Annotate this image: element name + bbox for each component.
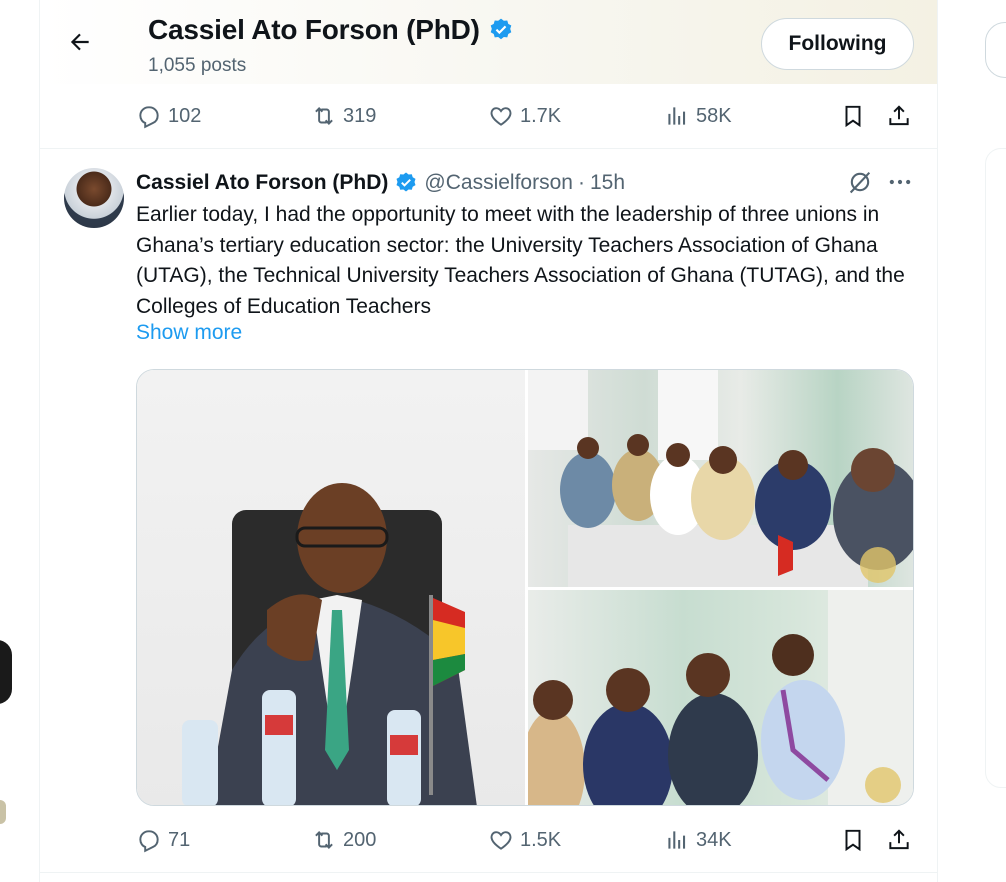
views-count: 58K — [696, 104, 732, 127]
post-divider — [40, 872, 937, 873]
posts-count: 1,055 posts — [148, 55, 247, 76]
photo-minister-speaking[interactable] — [137, 370, 525, 805]
separator-dot: · — [577, 171, 585, 194]
repost-count: 319 — [343, 104, 377, 127]
views-count: 34K — [696, 828, 732, 851]
repost-icon — [315, 107, 333, 125]
photo-union-leaders[interactable] — [528, 590, 913, 805]
reply-icon — [139, 106, 159, 129]
reply-button[interactable]: 71 — [136, 827, 190, 853]
bookmark-icon — [845, 829, 861, 852]
back-button[interactable] — [62, 24, 98, 60]
post-author-name[interactable]: Cassiel Ato Forson (PhD) — [136, 171, 388, 195]
bookmark-icon — [845, 105, 861, 128]
like-button[interactable]: 1.7K — [488, 103, 561, 129]
post-divider — [40, 148, 937, 149]
photo-meeting-overview[interactable] — [528, 370, 913, 587]
bookmark-button[interactable] — [840, 103, 866, 129]
post-text: Earlier today, I had the opportunity to … — [136, 203, 905, 318]
profile-avatar-partial[interactable] — [0, 800, 6, 824]
views-icon — [668, 831, 686, 849]
post-author-handle[interactable]: @Cassielforson — [424, 171, 573, 195]
heart-icon — [490, 107, 512, 126]
post-header: Cassiel Ato Forson (PhD) @Cassielforson … — [136, 168, 625, 198]
share-button[interactable] — [886, 103, 912, 129]
reply-button[interactable]: 102 — [136, 103, 201, 129]
share-button[interactable] — [886, 827, 912, 853]
reply-count: 71 — [168, 828, 191, 851]
avatar[interactable] — [64, 168, 124, 228]
views-icon — [668, 107, 686, 125]
repost-icon — [315, 831, 333, 849]
header-profile-name: Cassiel Ato Forson (PhD) — [148, 14, 480, 45]
photo-illustration — [528, 590, 913, 805]
views-button[interactable]: 34K — [664, 827, 732, 853]
photo-illustration — [528, 370, 913, 587]
show-more-link[interactable]: Show more — [136, 321, 242, 345]
search-box-partial[interactable] — [985, 22, 1006, 78]
previous-post-actions: 102 319 1.7K 58K — [136, 96, 916, 136]
timeline-column: Cassiel Ato Forson (PhD) 1,055 posts Fol… — [39, 0, 938, 882]
share-icon — [889, 105, 909, 126]
more-icon[interactable] — [886, 168, 914, 196]
reply-count: 102 — [168, 104, 202, 127]
share-icon — [889, 829, 909, 850]
post-media-grid — [136, 369, 914, 806]
following-button[interactable]: Following — [761, 18, 914, 70]
bookmark-button[interactable] — [840, 827, 866, 853]
heart-icon — [490, 831, 512, 850]
reply-icon — [139, 830, 159, 853]
arrow-left-icon — [70, 33, 89, 51]
like-count: 1.7K — [520, 104, 562, 127]
like-count: 1.5K — [520, 828, 562, 851]
like-button[interactable]: 1.5K — [488, 827, 561, 853]
post-actions: 71 200 1.5K 34K — [136, 820, 916, 860]
grok-icon[interactable] — [846, 168, 874, 196]
photo-illustration — [182, 483, 477, 805]
verified-badge-icon — [490, 18, 512, 40]
sidebar-card-partial — [985, 148, 1006, 788]
profile-header: Cassiel Ato Forson (PhD) 1,055 posts Fol… — [40, 0, 937, 84]
verified-badge-icon — [396, 172, 416, 192]
post-timestamp[interactable]: 15h — [590, 171, 625, 195]
views-button[interactable]: 58K — [664, 103, 732, 129]
header-title: Cassiel Ato Forson (PhD) — [148, 14, 514, 46]
repost-button[interactable]: 200 — [311, 827, 376, 853]
left-nav-strip — [0, 0, 40, 882]
account-switcher[interactable] — [0, 640, 12, 704]
repost-count: 200 — [343, 828, 377, 851]
repost-button[interactable]: 319 — [311, 103, 376, 129]
